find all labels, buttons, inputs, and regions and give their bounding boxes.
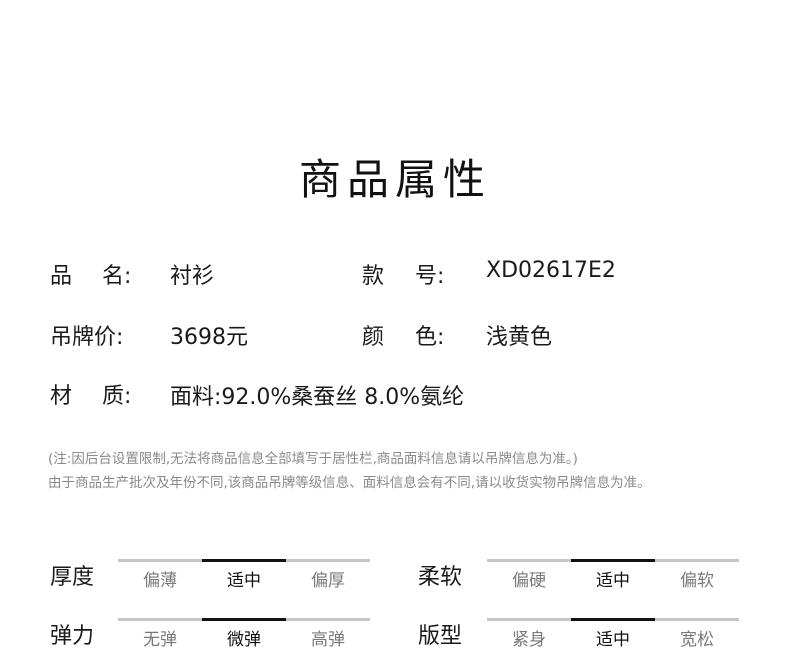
scale-option-text: 偏厚 bbox=[311, 571, 345, 591]
scale-option-text: 偏硬 bbox=[512, 571, 546, 591]
color-label-char2: 色: bbox=[415, 325, 445, 350]
note-line-2: 由于商品生产批次及年份不同,该商品吊牌等级信息、面料信息会有不同,请以收货实物吊… bbox=[48, 475, 651, 491]
name-value: 衬衫 bbox=[170, 264, 215, 289]
name-label-char1: 品 bbox=[50, 264, 73, 289]
scale-bar bbox=[487, 559, 571, 562]
scale-option-text: 宽松 bbox=[680, 630, 714, 650]
material-value: 面料:92.0%桑蚕丝 8.0%氨纶 bbox=[170, 385, 465, 410]
softness-label: 柔软 bbox=[418, 565, 463, 590]
scale-option-text: 适中 bbox=[596, 571, 630, 591]
fit-option: 适中 bbox=[571, 618, 655, 650]
name-label-char2: 名: bbox=[102, 264, 132, 289]
scale-option-text: 偏软 bbox=[680, 571, 714, 591]
color-label: 颜 色: bbox=[362, 319, 462, 350]
fit-scale: 紧身 适中 宽松 bbox=[487, 618, 739, 650]
thickness-option: 偏厚 bbox=[286, 559, 370, 591]
scale-option-text: 偏薄 bbox=[143, 571, 177, 591]
scale-bar bbox=[202, 559, 286, 562]
scale-bar bbox=[571, 559, 655, 562]
softness-option: 偏软 bbox=[655, 559, 739, 591]
thickness-option: 适中 bbox=[202, 559, 286, 591]
scale-bar bbox=[286, 559, 370, 562]
scale-bar bbox=[655, 618, 739, 621]
softness-scale: 偏硬 适中 偏软 bbox=[487, 559, 739, 591]
softness-option: 适中 bbox=[571, 559, 655, 591]
scale-option-text: 紧身 bbox=[512, 630, 546, 650]
name-label: 品 名: bbox=[50, 258, 150, 289]
note-line-1: (注:因后台设置限制,无法将商品信息全部填写于居性栏,商品面料信息请以吊牌信息为… bbox=[48, 451, 578, 467]
scale-option-text: 高弹 bbox=[311, 630, 345, 650]
style-no-label-char2: 号: bbox=[415, 264, 445, 289]
tag-price-label: 吊牌价: bbox=[50, 325, 124, 350]
elasticity-scale: 无弹 微弹 高弹 bbox=[118, 618, 370, 650]
page-title: 商品属性 bbox=[298, 155, 491, 204]
scale-bar bbox=[118, 618, 202, 621]
fit-option: 宽松 bbox=[655, 618, 739, 650]
fit-option: 紧身 bbox=[487, 618, 571, 650]
thickness-scale: 偏薄 适中 偏厚 bbox=[118, 559, 370, 591]
material-label-char1: 材 bbox=[50, 384, 73, 409]
style-no-label-char1: 款 bbox=[362, 264, 385, 289]
elasticity-option: 无弹 bbox=[118, 618, 202, 650]
scale-option-text: 适中 bbox=[596, 630, 630, 650]
style-no-label: 款 号: bbox=[362, 258, 462, 289]
thickness-option: 偏薄 bbox=[118, 559, 202, 591]
style-no-value: XD02617E2 bbox=[486, 258, 616, 283]
scale-option-text: 适中 bbox=[227, 571, 261, 591]
scale-bar bbox=[571, 618, 655, 621]
fit-label: 版型 bbox=[418, 624, 463, 649]
softness-option: 偏硬 bbox=[487, 559, 571, 591]
scale-bar bbox=[118, 559, 202, 562]
material-label-char2: 质: bbox=[102, 384, 132, 409]
thickness-label: 厚度 bbox=[50, 565, 95, 590]
elasticity-label: 弹力 bbox=[50, 624, 95, 649]
scale-bar bbox=[655, 559, 739, 562]
scale-bar bbox=[487, 618, 571, 621]
material-label: 材 质: bbox=[50, 378, 150, 409]
scale-option-text: 无弹 bbox=[143, 630, 177, 650]
color-value: 浅黄色 bbox=[486, 325, 553, 350]
tag-price-value: 3698元 bbox=[170, 325, 248, 350]
scale-option-text: 微弹 bbox=[227, 630, 261, 650]
elasticity-option: 高弹 bbox=[286, 618, 370, 650]
elasticity-option: 微弹 bbox=[202, 618, 286, 650]
scale-bar bbox=[286, 618, 370, 621]
scale-bar bbox=[202, 618, 286, 621]
color-label-char1: 颜 bbox=[362, 325, 385, 350]
